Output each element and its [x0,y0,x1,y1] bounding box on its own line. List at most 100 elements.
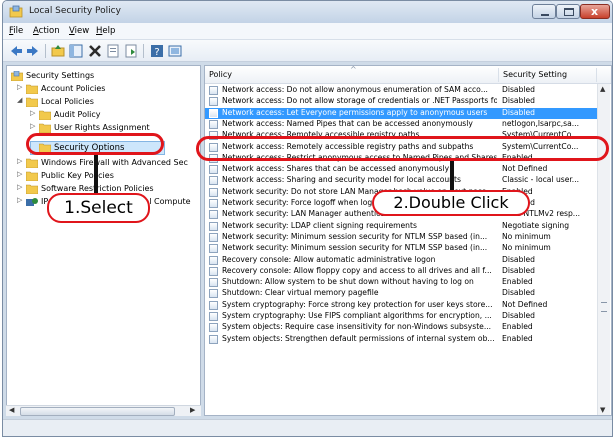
policy-setting-icon [209,221,218,231]
policy-name: Network access: Let Everyone permissions… [222,107,488,117]
policy-row[interactable]: Network access: Named Pipes that can be … [205,119,597,130]
back-icon[interactable] [8,43,24,59]
tree-horizontal-scrollbar[interactable]: ◀ ▶ [6,405,201,416]
tree-label: Windows Firewall with Advanced Sec [41,158,188,167]
scrollbar-grip[interactable] [601,302,607,312]
policy-setting-value: Disabled [502,107,535,117]
policy-setting-value: No minimum [502,243,551,253]
policy-name: Network security: Minimum session securi… [222,231,488,241]
delete-icon[interactable] [87,43,103,59]
export-icon[interactable] [123,43,139,59]
help-icon[interactable]: ? [149,43,165,59]
up-folder-icon[interactable] [50,43,66,59]
status-bar [3,419,612,436]
tree-label: Public Key Policies [41,171,114,180]
policy-row[interactable]: Network access: Shares that can be acces… [205,164,597,175]
toolbar-separator [45,44,46,58]
sort-ascending-icon: ^ [350,65,357,74]
minimize-button[interactable] [532,4,556,19]
policy-row[interactable]: Network security: Minimum session securi… [205,232,597,243]
double-click-highlight-oval [196,136,609,161]
forward-icon[interactable] [25,43,41,59]
policy-row[interactable]: Network access: Do not allow storage of … [205,96,597,107]
folder-icon [26,184,38,194]
menu-help[interactable]: Help [96,26,115,36]
folder-icon [26,158,38,168]
policy-setting-value: Enabled [502,322,533,332]
scroll-up-icon[interactable]: ▲ [600,85,605,93]
policy-row[interactable]: Network access: Sharing and security mod… [205,175,597,186]
folder-icon [26,84,38,94]
policy-row[interactable]: Network access: Do not allow anonymous e… [205,85,597,96]
policy-setting-value: Negotiate signing [502,220,570,230]
expand-arrow-icon[interactable]: ▷ [17,170,22,178]
policy-setting-value: Disabled [502,254,535,264]
policy-setting-icon [209,86,218,95]
policy-setting-icon [209,255,218,265]
folder-icon [26,97,38,107]
list-vertical-scrollbar[interactable]: ▲ ▼ [597,84,610,415]
menu-bar: File Action View Help [3,23,612,40]
policy-name: Recovery console: Allow floppy copy and … [222,265,492,275]
scroll-down-icon[interactable]: ▼ [600,406,605,414]
policy-row[interactable]: Shutdown: Clear virtual memory pagefile D… [205,288,597,299]
policy-name: Network access: Do not allow anonymous e… [222,85,488,94]
policy-name: System cryptography: Force strong key pr… [222,299,493,309]
menu-view[interactable]: View [69,26,89,36]
column-header-policy[interactable]: Policy [209,70,232,79]
scroll-left-icon[interactable]: ◀ [9,406,14,414]
policy-name: System objects: Strengthen default permi… [222,333,495,343]
close-button[interactable]: x [580,4,610,19]
policy-setting-value: netlogon,lsarpc,sa... [502,118,580,128]
maximize-icon [564,8,574,16]
title-bar[interactable]: Local Security Policy x [3,1,612,23]
menu-file[interactable]: File [9,26,23,36]
policy-row[interactable]: Recovery console: Allow automatic admini… [205,255,597,266]
expand-arrow-icon[interactable]: ▷ [30,122,35,130]
policy-setting-icon [209,300,218,310]
console-tree: Security Settings ▷ Account Policies ◢ L… [6,65,201,416]
policy-row[interactable]: System cryptography: Force strong key pr… [205,300,597,311]
policy-setting-icon [209,176,218,186]
view-icon[interactable] [167,43,183,59]
column-divider[interactable] [498,68,499,82]
policy-setting-icon [209,97,218,107]
scrollbar-thumb[interactable] [20,407,175,416]
properties-icon[interactable] [105,43,121,59]
policy-setting-icon [209,244,218,254]
policy-name: Network access: Sharing and security mod… [222,175,461,185]
policy-setting-value: No minimum [502,231,551,241]
policy-row-selected[interactable]: Network access: Let Everyone permissions… [205,107,597,119]
scroll-right-icon[interactable]: ▶ [190,406,195,414]
collapse-arrow-icon[interactable]: ◢ [17,96,22,104]
column-header-security-setting[interactable]: Security Setting [503,70,567,79]
policy-setting-icon [209,119,218,129]
policy-row[interactable]: Shutdown: Allow system to be shut down w… [205,277,597,288]
column-divider[interactable] [596,68,597,82]
expand-arrow-icon[interactable]: ▷ [30,109,35,117]
policy-row[interactable]: System objects: Require case insensitivi… [205,322,597,333]
security-policy-app-icon [9,5,23,18]
policy-row[interactable]: Network security: Minimum session securi… [205,243,597,254]
policy-row[interactable]: System objects: Strengthen default permi… [205,334,597,345]
policy-setting-value: Not Defined [502,299,548,309]
policy-setting-value: Disabled [502,265,535,275]
show-tree-icon[interactable] [68,43,84,59]
expand-arrow-icon[interactable]: ▷ [17,196,22,204]
expand-arrow-icon[interactable]: ▷ [17,183,22,191]
policy-row[interactable]: Network security: LDAP client signing re… [205,221,597,232]
policy-name: Network access: Do not allow storage of … [222,96,497,106]
expand-arrow-icon[interactable]: ▷ [17,157,22,165]
policy-row[interactable]: System cryptography: Use FIPS compliant … [205,311,597,322]
policy-row[interactable]: Recovery console: Allow floppy copy and … [205,266,597,277]
menu-action[interactable]: Action [33,26,60,36]
close-icon: x [591,5,599,18]
select-leader-line [94,155,98,195]
ip-security-icon [26,198,38,206]
policy-setting-icon [209,312,218,321]
policy-setting-icon [209,289,218,299]
expand-arrow-icon[interactable]: ▷ [17,83,22,91]
maximize-button[interactable] [556,4,580,19]
policy-name: Network access: Named Pipes that can be … [222,118,473,128]
policy-setting-value: Classic - local user... [502,175,580,185]
